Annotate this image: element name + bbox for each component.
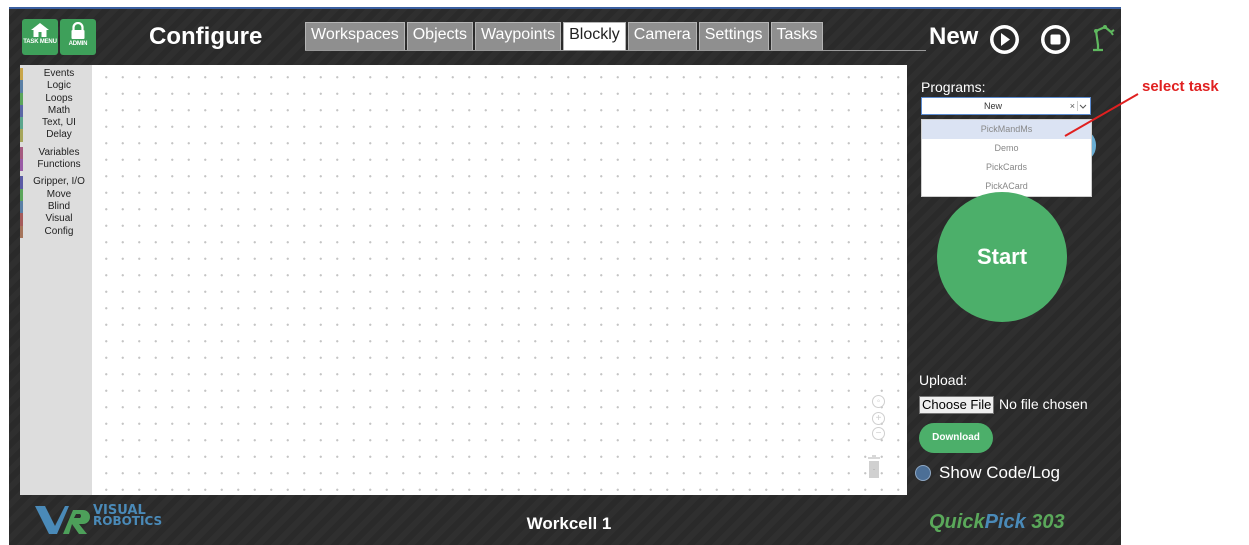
category-color-bar [20,117,23,130]
chevron-down-icon[interactable] [1079,102,1087,112]
play-button[interactable] [990,25,1019,54]
brand-quick: Quick [929,511,985,533]
category-label: Loops [45,92,73,104]
logo-wordmark: VISUAL ROBOTICS [93,504,163,528]
toolbox-category-variables[interactable]: Variables [20,146,92,160]
category-color-bar [20,225,23,238]
category-label: Move [46,188,72,200]
category-label: Math [47,104,71,116]
toolbox-category-gripper-io[interactable]: Gripper, I/O [20,176,92,189]
category-label: Delay [46,129,72,141]
tab-settings[interactable]: Settings [698,22,769,50]
workcell-label: Workcell 1 [526,514,612,533]
stop-button[interactable] [1041,25,1070,54]
toolbox-category-blind[interactable]: Blind [20,200,92,214]
category-color-bar [20,176,23,189]
category-label: Gripper, I/O [33,176,85,188]
blockly-toolbox: Events Logic Loops Math Text, UI Delay V… [20,65,92,495]
category-color-bar [20,92,23,105]
category-label: Text, UI [42,117,76,129]
file-status-text: No file chosen [999,396,1088,412]
task-menu-label: TASK MENU [23,39,57,45]
toolbox-category-events[interactable]: Events [20,68,92,81]
program-select[interactable]: New × [921,97,1091,115]
category-label: Config [44,225,74,237]
toolbox-category-math[interactable]: Math [20,104,92,118]
clear-icon[interactable]: × [1070,101,1075,111]
brand-number: 303 [1025,511,1065,533]
category-color-bar [20,200,23,214]
admin-label: ADMIN [68,41,88,47]
selected-program: New [983,101,1002,111]
app-window: TASK MENU ADMIN Configure Workspaces Obj… [9,7,1121,545]
trash-icon[interactable] [867,455,881,479]
blockly-workspace[interactable]: ◦ + − [92,65,907,495]
category-label: Logic [47,80,71,92]
tab-waypoints[interactable]: Waypoints [474,22,562,50]
play-icon [993,28,1016,51]
start-button[interactable]: Start [937,192,1067,322]
category-color-bar [20,129,23,142]
program-dropdown-menu: PickMandMs Demo PickCards PickACard [921,119,1092,197]
category-label: Functions [37,159,81,171]
logo-line-2: ROBOTICS [93,514,163,528]
category-label: Blind [47,200,71,212]
toolbox-category-text-ui[interactable]: Text, UI [20,117,92,130]
admin-button[interactable]: ADMIN [60,19,96,55]
visual-robotics-logo-icon [35,506,90,534]
category-color-bar [20,146,23,160]
annotation-text: select task [1142,78,1219,95]
category-color-bar [20,188,23,201]
task-menu-button[interactable]: TASK MENU [22,19,58,55]
category-label: Events [43,68,75,79]
lock-icon [71,22,85,39]
zoom-out-icon[interactable]: − [872,427,885,440]
toolbox-category-config[interactable]: Config [20,225,92,238]
download-button[interactable]: Download [919,423,993,453]
home-icon [31,23,49,37]
dropdown-option-pickcards[interactable]: PickCards [922,158,1091,177]
category-color-bar [20,80,23,93]
show-code-label: Show Code/Log [939,463,1060,482]
select-separator [1077,101,1078,111]
dropdown-option-pickmandms[interactable]: PickMandMs [922,120,1091,139]
category-color-bar [20,68,23,81]
tab-tasks[interactable]: Tasks [770,22,824,50]
tab-blockly[interactable]: Blockly [563,22,626,50]
toolbox-category-functions[interactable]: Functions [20,159,92,172]
page-title: Configure [149,23,263,50]
zoom-reset-icon[interactable]: ◦ [872,395,885,408]
tab-workspaces[interactable]: Workspaces [305,22,405,50]
tab-camera[interactable]: Camera [627,22,697,50]
program-name: New [929,23,979,50]
show-code-radio[interactable] [915,465,931,481]
toolbox-category-visual[interactable]: Visual [20,213,92,226]
toolbox-category-logic[interactable]: Logic [20,80,92,93]
brand-pick: Pick [984,511,1026,533]
programs-label: Programs: [921,79,986,95]
tab-underline [305,50,926,51]
product-brand: QuickPick 303 [929,511,1065,534]
category-label: Variables [38,146,80,158]
upload-label: Upload: [919,372,968,388]
category-color-bar [20,159,23,172]
tab-objects[interactable]: Objects [406,22,473,50]
robot-arm-icon[interactable] [1089,23,1117,53]
stop-icon [1044,28,1067,51]
choose-file-button[interactable]: Choose File [919,396,995,414]
dropdown-option-demo[interactable]: Demo [922,139,1091,158]
toolbox-category-move[interactable]: Move [20,188,92,201]
toolbox-category-loops[interactable]: Loops [20,92,92,105]
category-color-bar [20,213,23,226]
tab-bar: Workspaces Objects Waypoints Blockly Cam… [305,22,824,50]
category-color-bar [20,104,23,118]
zoom-in-icon[interactable]: + [872,412,885,425]
category-label: Visual [45,213,73,225]
toolbox-category-delay[interactable]: Delay [20,129,92,142]
